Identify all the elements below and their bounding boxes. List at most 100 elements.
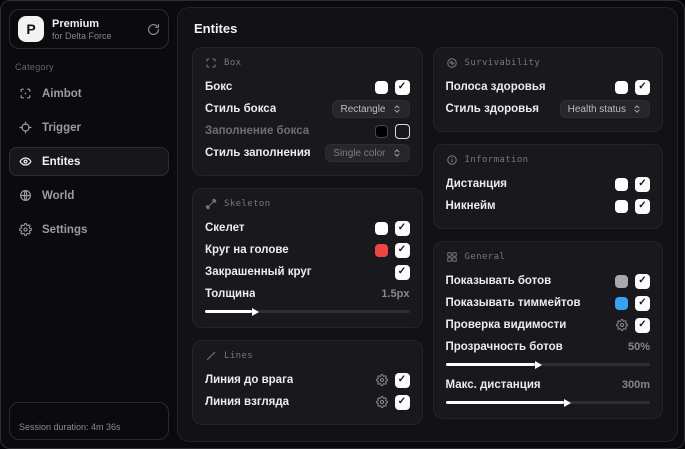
gear-icon[interactable] <box>375 396 388 408</box>
card-information: Information Дистанция ✓ Никнейм ✓ <box>432 144 663 229</box>
app-title: Premium <box>52 17 100 30</box>
swatch-head-circle[interactable] <box>374 243 388 257</box>
slider-bot-opacity: Прозрачность ботов 50% <box>445 337 651 369</box>
slider-track-thickness[interactable] <box>205 307 410 316</box>
checkbox-box[interactable]: ✓ <box>394 79 410 95</box>
card-header-lines: Lines <box>205 350 410 362</box>
swatch-nickname[interactable] <box>615 199 628 213</box>
swatch-show-teammates[interactable] <box>615 296 628 310</box>
swatch-show-bots[interactable] <box>615 274 628 288</box>
right-column: Survivability Полоса здоровья ✓ Стиль здоро… <box>432 47 663 425</box>
row-controls: ✓ <box>615 198 650 214</box>
slider-track-bot-opacity[interactable] <box>445 360 650 369</box>
unfold-icon <box>632 104 642 114</box>
row-show-teammates: Показывать тиммейтов ✓ <box>446 292 650 314</box>
card-title: Skeleton <box>224 199 271 209</box>
sidebar-item-world[interactable]: World <box>9 181 169 210</box>
slider-label: Прозрачность ботов <box>445 341 563 353</box>
survivability-icon <box>446 57 458 69</box>
slider-value: 300m <box>621 379 650 391</box>
app-window: P Premium for Delta Force Category Aimbo… <box>0 0 685 449</box>
row-nickname: Никнейм ✓ <box>445 195 650 217</box>
slider-row-max-distance: Макс. дистанция 300m <box>446 375 651 395</box>
slider-thumb[interactable] <box>564 398 572 407</box>
swatch-distance[interactable] <box>615 177 628 191</box>
row-label: Дистанция <box>445 178 507 190</box>
gear-icon[interactable] <box>616 319 628 331</box>
swatch-box[interactable] <box>374 80 388 94</box>
card-columns: Box Бокс ✓ Стиль бокса Rectangle Заполнение б… <box>192 47 663 425</box>
row-label: Никнейм <box>445 200 496 212</box>
aimbot-icon <box>19 87 32 100</box>
swatch-box-fill[interactable] <box>374 124 388 138</box>
left-column: Box Бокс ✓ Стиль бокса Rectangle Заполнение б… <box>192 47 423 425</box>
sidebar-item-entites[interactable]: Entites <box>9 147 169 176</box>
select-health-style[interactable]: Health status <box>559 100 650 118</box>
row-controls: ✓ <box>375 372 410 388</box>
checkbox-head-circle[interactable]: ✓ <box>394 242 410 258</box>
checkbox-show-teammates[interactable]: ✓ <box>635 295 650 311</box>
slider-fill <box>445 398 572 407</box>
row-health-style: Стиль здоровья Health status <box>446 98 650 120</box>
row-vision-line: Линия взгляда ✓ <box>205 391 410 413</box>
sidebar-item-aimbot[interactable]: Aimbot <box>9 79 169 108</box>
sidebar-item-settings[interactable]: Settings <box>9 215 169 244</box>
slider-row-bot-opacity: Прозрачность ботов 50% <box>446 337 651 357</box>
card-header-survivability: Survivability <box>446 57 651 69</box>
row-controls: Rectangle <box>332 100 410 118</box>
row-label: Проверка видимости <box>445 319 567 331</box>
select-box-style[interactable]: Rectangle <box>332 100 410 118</box>
swatch-skeleton[interactable] <box>374 221 388 235</box>
slider-thickness: Толщина 1.5px <box>205 284 410 316</box>
row-controls: ✓ <box>394 264 410 280</box>
page-title: Entites <box>194 21 238 36</box>
row-controls: ✓ <box>374 220 410 236</box>
select-value: Single color <box>333 147 386 159</box>
slider-label: Толщина <box>205 288 256 300</box>
sidebar-item-label: World <box>42 189 75 202</box>
row-distance: Дистанция ✓ <box>445 173 650 195</box>
box-scan-icon <box>205 57 217 69</box>
sidebar-item-label: Entites <box>42 155 81 168</box>
card-header-skeleton: Skeleton <box>205 198 410 210</box>
checkbox-visibility-check[interactable]: ✓ <box>635 317 650 333</box>
sidebar-item-trigger[interactable]: Trigger <box>9 113 169 142</box>
row-enemy-line: Линия до врага ✓ <box>205 369 410 391</box>
app-logo: P <box>18 16 44 42</box>
app-subtitle: for Delta Force <box>52 30 112 41</box>
row-health-bar: Полоса здоровья ✓ <box>446 76 650 98</box>
unfold-icon <box>392 104 402 114</box>
row-box: Бокс ✓ <box>205 76 410 98</box>
card-title: Survivability <box>464 58 541 68</box>
row-controls: ✓ <box>615 273 650 289</box>
checkbox-skeleton[interactable]: ✓ <box>394 220 410 236</box>
checkbox-box-fill[interactable] <box>394 123 410 139</box>
card-title: Lines <box>224 351 254 361</box>
checkbox-enemy-line[interactable]: ✓ <box>394 372 410 388</box>
row-visibility-check: Проверка видимости ✓ <box>445 314 650 336</box>
checkbox-show-bots[interactable]: ✓ <box>635 273 650 289</box>
card-title: Information <box>464 155 529 165</box>
sidebar: P Premium for Delta Force Category Aimbo… <box>1 1 177 448</box>
gear-icon[interactable] <box>375 374 388 386</box>
swatch-health-bar[interactable] <box>615 80 628 94</box>
checkbox-vision-line[interactable]: ✓ <box>394 394 410 410</box>
checkbox-filled-circle[interactable]: ✓ <box>394 264 410 280</box>
entities-icon <box>19 155 32 168</box>
checkbox-distance[interactable]: ✓ <box>635 176 650 192</box>
sidebar-item-label: Settings <box>42 223 88 236</box>
row-label: Линия взгляда <box>205 396 290 408</box>
select-fill-style[interactable]: Single color <box>325 144 410 162</box>
row-controls: ✓ <box>374 79 410 95</box>
card-header-general: General <box>446 251 651 263</box>
checkbox-health-bar[interactable]: ✓ <box>635 79 650 95</box>
unfold-icon <box>392 148 402 158</box>
checkbox-nickname[interactable]: ✓ <box>635 198 650 214</box>
slider-thumb[interactable] <box>252 307 260 316</box>
row-controls <box>374 123 410 139</box>
slider-track-max-distance[interactable] <box>445 398 650 407</box>
sync-icon[interactable] <box>147 23 160 36</box>
row-filled-circle: Закрашенный круг ✓ <box>205 261 410 283</box>
slider-max-distance: Макс. дистанция 300m <box>445 375 651 407</box>
slider-thumb[interactable] <box>535 360 543 369</box>
